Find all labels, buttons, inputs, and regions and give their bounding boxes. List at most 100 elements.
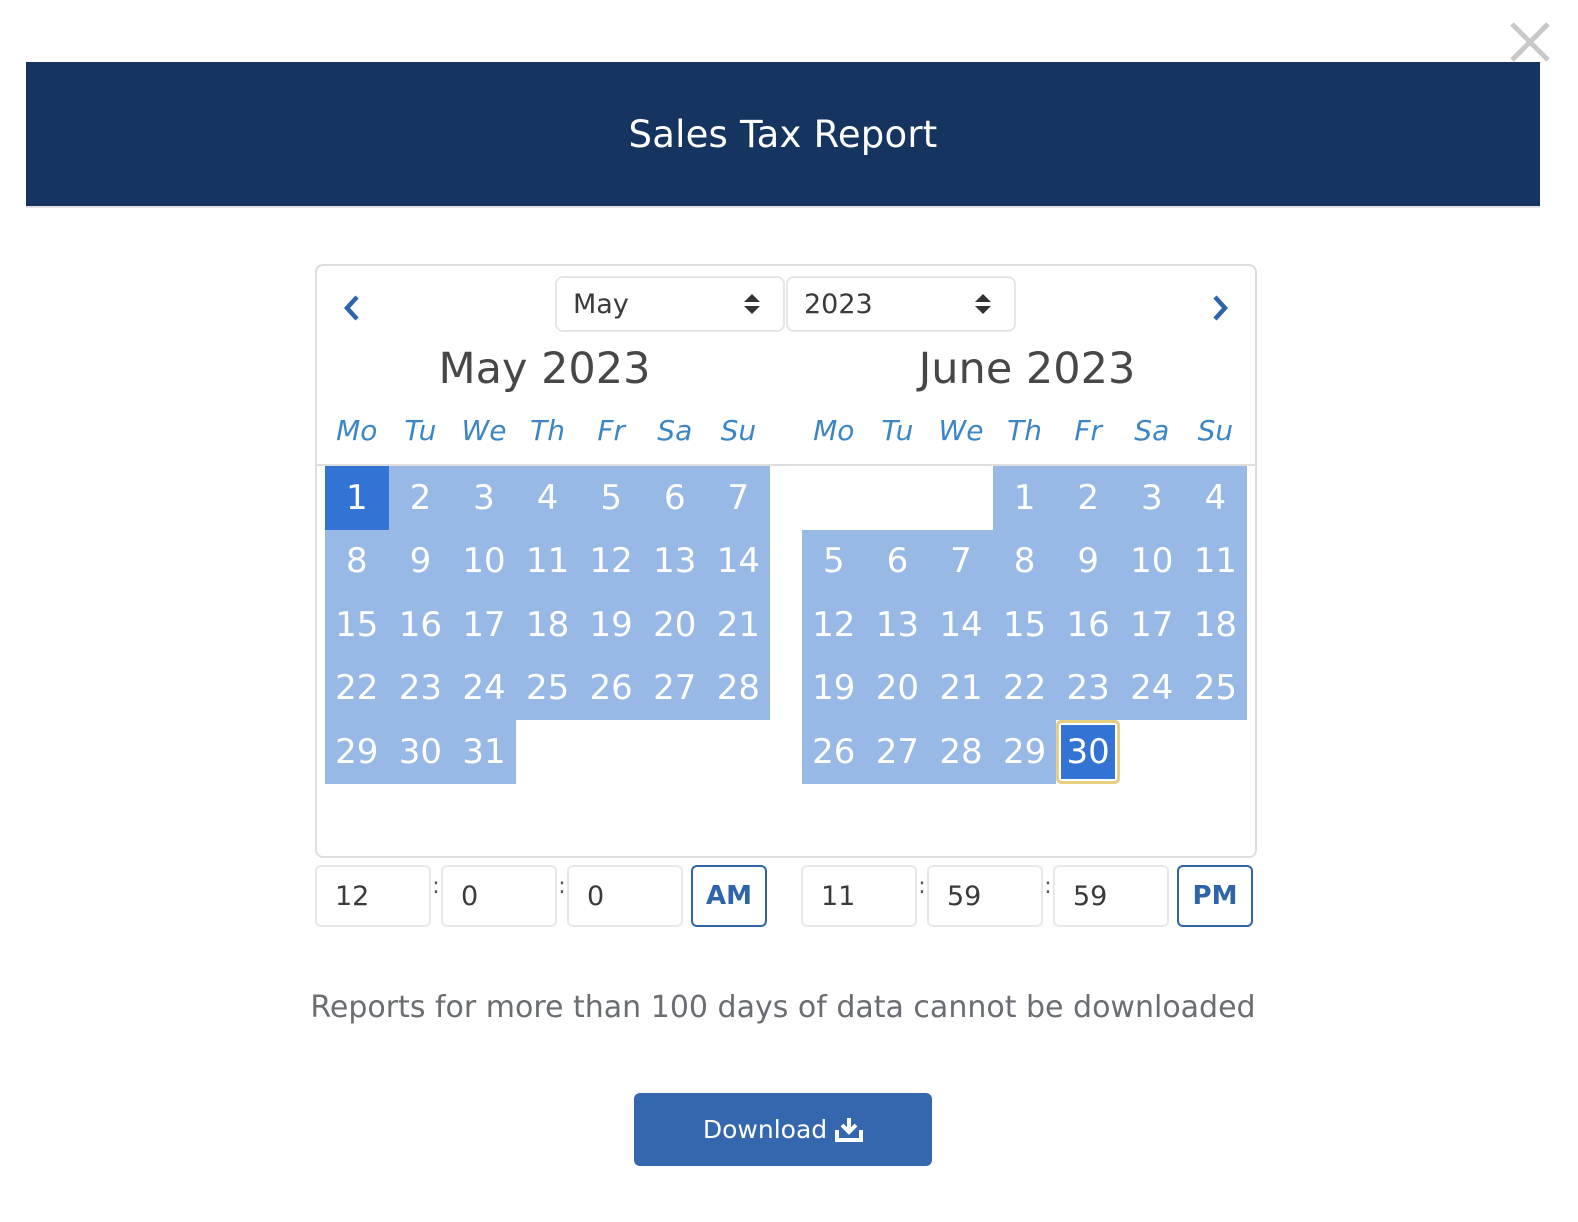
calendar-day[interactable]: 13 [642, 529, 707, 593]
weekday-label: Fr [597, 414, 625, 447]
download-limit-note: Reports for more than 100 days of data c… [310, 990, 1256, 1025]
calendar-day[interactable]: 27 [865, 720, 930, 784]
calendar-day[interactable]: 26 [802, 720, 866, 784]
calendar-day[interactable]: 15 [992, 593, 1057, 657]
calendar-day[interactable]: 18 [515, 593, 580, 657]
calendar-day[interactable]: 3 [452, 466, 516, 530]
download-icon [835, 1117, 864, 1142]
weekday-header: Mo Tu We Th Fr Sa Su [802, 414, 1247, 447]
calendar-day[interactable]: 6 [865, 529, 930, 593]
start-hour-input[interactable]: 12 [315, 865, 431, 927]
calendar-day[interactable]: 28 [706, 656, 771, 720]
time-separator: : [918, 873, 926, 899]
calendar-day[interactable]: 18 [1183, 593, 1248, 657]
range-start-day[interactable]: 1 [325, 466, 389, 530]
dialog-title: Sales Tax Report [628, 112, 938, 156]
calendar-blank-cell [802, 466, 866, 530]
end-second-input[interactable]: 59 [1053, 865, 1169, 927]
calendar-day[interactable]: 28 [929, 720, 993, 784]
end-time: 11 : 59 : 59 PM [801, 865, 1253, 927]
calendar-day[interactable]: 16 [1056, 593, 1120, 657]
calendar-day[interactable]: 20 [642, 593, 707, 657]
calendar-day[interactable]: 14 [706, 529, 771, 593]
calendar-day[interactable]: 13 [865, 593, 930, 657]
calendar-day[interactable]: 4 [1183, 466, 1248, 530]
calendar-day[interactable]: 19 [579, 593, 643, 657]
sort-arrows-icon [975, 294, 991, 314]
calendar-day[interactable]: 2 [1056, 466, 1120, 530]
weekday-label: Fr [1074, 414, 1102, 447]
calendar-day[interactable]: 14 [929, 593, 993, 657]
end-minute-input[interactable]: 59 [927, 865, 1043, 927]
calendar-day[interactable]: 7 [929, 529, 993, 593]
calendar-day[interactable]: 31 [452, 720, 516, 784]
download-button-label: Download [702, 1115, 828, 1144]
calendar-day[interactable]: 11 [515, 529, 580, 593]
calendar-grid-june: 1 2 3 4 5 6 7 8 9 10 11 12 13 14 15 16 17 18 19 20 21 22 23 24 2… [802, 466, 1248, 784]
calendar-day[interactable]: 1 [992, 466, 1057, 530]
calendar-day[interactable]: 24 [452, 656, 516, 720]
calendar-day[interactable]: 11 [1183, 529, 1248, 593]
calendar-day[interactable]: 7 [706, 466, 771, 530]
end-hour-input[interactable]: 11 [801, 865, 917, 927]
calendar-blank-cell [929, 466, 993, 530]
calendar-day[interactable]: 23 [1056, 656, 1120, 720]
calendar-day[interactable]: 12 [802, 593, 866, 657]
time-separator: : [558, 873, 566, 899]
year-select[interactable]: 2023 [786, 276, 1016, 332]
calendar-day[interactable]: 15 [325, 593, 389, 657]
calendar-day[interactable]: 12 [579, 529, 643, 593]
download-button[interactable]: Download [634, 1093, 932, 1166]
calendar-day[interactable]: 22 [992, 656, 1057, 720]
range-end-day[interactable]: 30 [1056, 720, 1120, 784]
previous-month-button[interactable] [337, 288, 367, 328]
weekday-label: We [461, 414, 507, 447]
weekday-label: Th [530, 414, 565, 447]
start-time: 12 : 0 : 0 AM [315, 865, 767, 927]
calendar-day[interactable]: 17 [452, 593, 516, 657]
calendar-day[interactable]: 27 [642, 656, 707, 720]
calendar-day[interactable]: 20 [865, 656, 930, 720]
time-separator: : [1044, 873, 1052, 899]
calendar-day[interactable]: 24 [1119, 656, 1184, 720]
calendar-day[interactable]: 9 [1056, 529, 1120, 593]
calendar-day[interactable]: 10 [1119, 529, 1184, 593]
end-meridiem-toggle[interactable]: PM [1177, 865, 1253, 927]
calendar-day[interactable]: 10 [452, 529, 516, 593]
calendar-day[interactable]: 22 [325, 656, 389, 720]
month-select[interactable]: May [555, 276, 785, 332]
time-separator: : [432, 873, 440, 899]
calendar-grid-may: 1 2 3 4 5 6 7 8 9 10 11 12 13 14 15 16 17 18 19 20 21 22 23 24 2… [325, 466, 771, 784]
start-meridiem-toggle[interactable]: AM [691, 865, 767, 927]
start-second-input[interactable]: 0 [567, 865, 683, 927]
calendar-day[interactable]: 17 [1119, 593, 1184, 657]
calendar-day[interactable]: 16 [388, 593, 453, 657]
close-button[interactable] [1508, 22, 1552, 62]
calendar-day[interactable]: 6 [642, 466, 707, 530]
weekday-label: Th [1007, 414, 1042, 447]
calendar-day[interactable]: 2 [388, 466, 453, 530]
calendar-day[interactable]: 21 [929, 656, 993, 720]
calendar-day[interactable]: 9 [388, 529, 453, 593]
weekday-label: Tu [404, 414, 437, 447]
calendar-day[interactable]: 5 [579, 466, 643, 530]
calendar-day[interactable]: 3 [1119, 466, 1184, 530]
next-month-button[interactable] [1205, 288, 1235, 328]
calendar-day[interactable]: 4 [515, 466, 580, 530]
calendar-day[interactable]: 25 [515, 656, 580, 720]
calendar-day[interactable]: 26 [579, 656, 643, 720]
calendar-day[interactable]: 5 [802, 529, 866, 593]
weekday-label: Sa [657, 414, 693, 447]
calendar-day[interactable]: 29 [992, 720, 1057, 784]
calendar-day[interactable]: 8 [325, 529, 389, 593]
calendar-day[interactable]: 21 [706, 593, 771, 657]
calendar-day[interactable]: 8 [992, 529, 1057, 593]
calendar-day[interactable]: 29 [325, 720, 389, 784]
calendar-day[interactable]: 19 [802, 656, 866, 720]
start-minute-input[interactable]: 0 [441, 865, 557, 927]
calendar-day[interactable]: 30 [388, 720, 453, 784]
calendar-blank-cell [866, 466, 930, 530]
calendar-day[interactable]: 25 [1183, 656, 1248, 720]
month-title-june: June 2023 [918, 344, 1136, 394]
calendar-day[interactable]: 23 [388, 656, 453, 720]
